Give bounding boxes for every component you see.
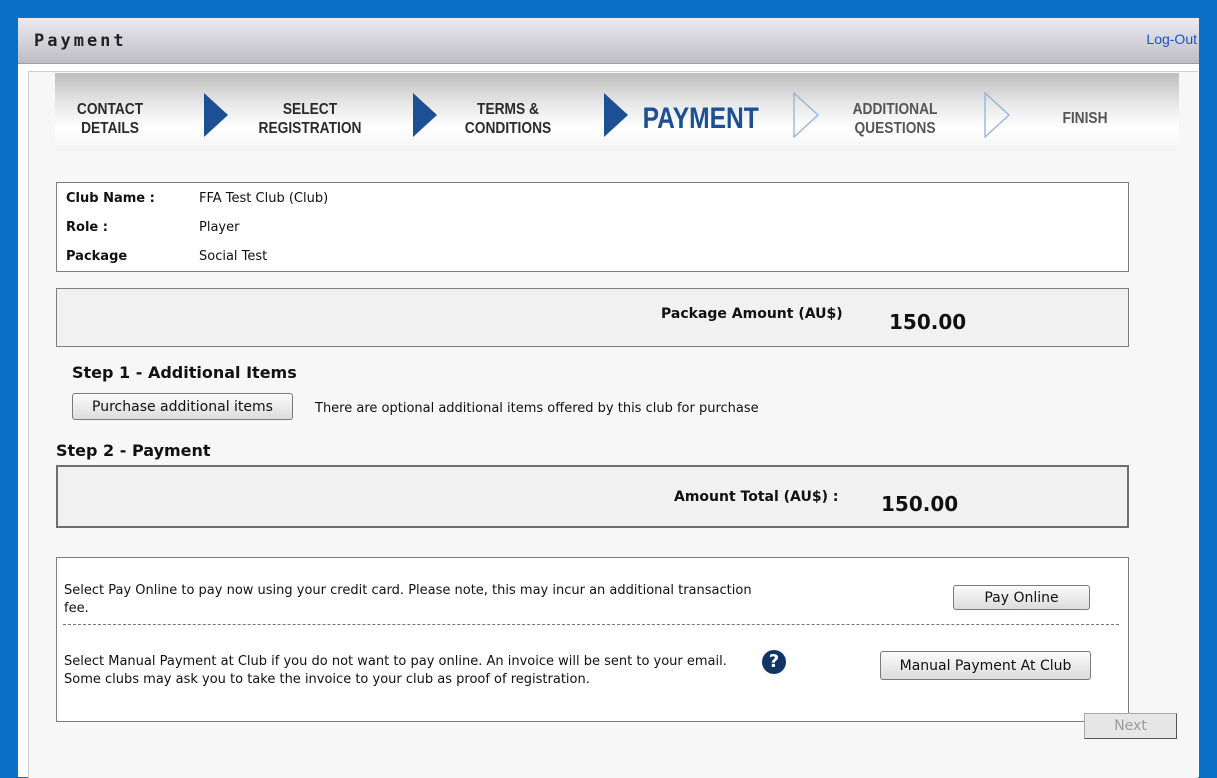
question-circle-icon[interactable]: ?	[762, 650, 786, 674]
step-label-line: Additional	[852, 101, 938, 118]
step-terms-conditions: Terms & Conditions	[452, 100, 564, 138]
role-value: Player	[199, 220, 240, 235]
additional-items-note: There are optional additional items offe…	[315, 401, 759, 416]
step-label-line: Registration	[258, 120, 362, 137]
club-name-value: FFA Test Club (Club)	[199, 191, 329, 206]
manual-payment-description: Select Manual Payment at Club if you do …	[64, 654, 727, 687]
step-payment-current: Payment	[642, 102, 759, 135]
step1-heading: Step 1 - Additional Items	[72, 363, 297, 382]
package-amount-panel: Package Amount (AU$) 150.00	[56, 288, 1129, 347]
amount-total-panel: Amount Total (AU$) : 150.00	[56, 465, 1129, 528]
step2-heading: Step 2 - Payment	[56, 441, 211, 460]
title-bar: Payment Log-Out	[18, 18, 1199, 64]
step-finish: Finish	[1051, 109, 1120, 128]
step-arrow-filled-icon	[204, 93, 228, 137]
pay-online-description: Select Pay Online to pay now using your …	[64, 583, 752, 616]
package-value: Social Test	[199, 249, 268, 264]
pay-online-button[interactable]: Pay Online	[953, 585, 1090, 610]
amount-total-label: Amount Total (AU$) :	[674, 489, 839, 505]
next-button[interactable]: Next	[1084, 713, 1177, 739]
package-label: Package	[66, 249, 128, 264]
page-title: Payment	[34, 31, 127, 51]
step-arrow-filled-icon	[604, 93, 628, 137]
step-select-registration: Select Registration	[250, 100, 370, 138]
registration-summary: Club Name : FFA Test Club (Club) Role : …	[56, 182, 1129, 272]
step-label-line: Select	[282, 101, 338, 118]
options-divider	[63, 624, 1119, 625]
manual-payment-at-club-button[interactable]: Manual Payment At Club	[880, 651, 1091, 680]
package-amount-value: 150.00	[889, 310, 967, 334]
step-arrow-outline-icon	[984, 92, 1010, 138]
step-label-line: Details	[81, 120, 139, 137]
step-label-line: Contact	[76, 101, 144, 118]
step-label-line: Finish	[1062, 110, 1108, 127]
step-label-line: Payment	[642, 102, 759, 135]
step-label-line: Questions	[854, 120, 936, 137]
step-arrow-outline-icon	[793, 92, 819, 138]
package-amount-label: Package Amount (AU$)	[661, 306, 843, 322]
step-arrow-filled-icon	[413, 93, 437, 137]
payment-options-panel: Select Pay Online to pay now using your …	[56, 557, 1129, 722]
step-contact-details: Contact Details	[71, 100, 148, 138]
amount-total-value: 150.00	[881, 492, 959, 516]
purchase-additional-items-button[interactable]: Purchase additional items	[72, 393, 293, 420]
step-label-line: Terms &	[477, 101, 539, 118]
club-name-label: Club Name :	[66, 191, 155, 206]
step-label-line: Conditions	[464, 120, 552, 137]
step-additional-questions: Additional Questions	[839, 100, 951, 138]
registration-progress-bar: Contact Details Select Registration Term…	[55, 73, 1179, 151]
role-label: Role :	[66, 220, 108, 235]
logout-link[interactable]: Log-Out	[1146, 31, 1197, 47]
